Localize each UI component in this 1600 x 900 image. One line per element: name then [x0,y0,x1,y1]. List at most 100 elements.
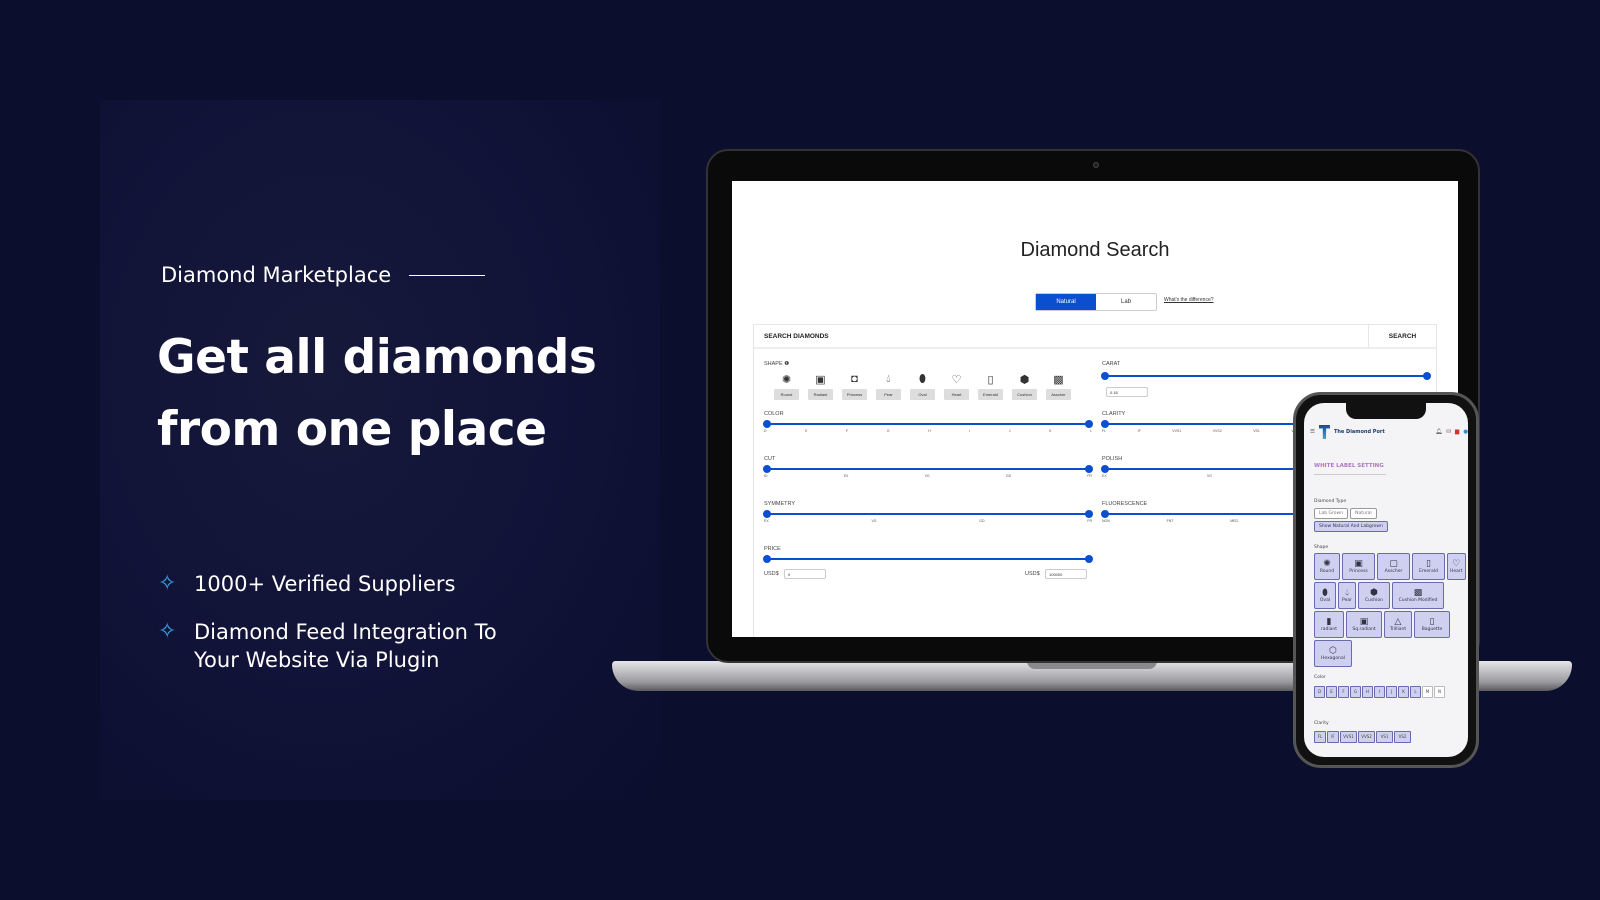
tab-natural[interactable]: Natural [1036,294,1096,310]
symmetry-ticks: EX VG GD FR [764,519,1092,523]
price-min-input[interactable]: 0 [784,569,826,579]
color-g[interactable]: G [1350,686,1361,698]
trilliant-icon: △ [1394,617,1402,627]
emerald-icon: ▯ [987,374,994,386]
color-tick: I [969,429,971,433]
color-tick: L [1089,429,1092,433]
shape-cushion[interactable]: ⬢ Cushion [1012,373,1037,400]
polish-tick: VG [1206,474,1212,478]
shape-sq-radiant[interactable]: ▣ Sq.radiant [1346,611,1382,638]
symmetry-slider[interactable] [763,510,1093,518]
slider-handle[interactable] [763,555,771,563]
menu-icon[interactable]: ☰ [1310,429,1315,435]
shape-round[interactable]: ✺ Round [774,373,799,400]
shape-label: SHAPE ❶ [764,361,789,367]
shape-round[interactable]: ✺ Round [1314,553,1340,580]
slider-handle[interactable] [1101,372,1109,380]
info-icon: ❶ [784,361,790,367]
shape-princess[interactable]: ◘ Princess [842,373,867,400]
color-i[interactable]: I [1374,686,1385,698]
clarity-if[interactable]: IF [1327,731,1339,743]
oval-icon: ⬮ [919,373,926,385]
slider-handle[interactable] [763,420,771,428]
natural-button[interactable]: Natural [1350,508,1377,519]
shape-asscher[interactable]: ▢ Asscher [1377,553,1410,580]
shape-label: Shape [1314,545,1329,550]
slider-handle[interactable] [1085,510,1093,518]
shape-label: Sq.radiant [1352,627,1376,632]
color-e[interactable]: E [1326,686,1337,698]
cushion-modified-icon: ▩ [1413,588,1423,598]
avatar[interactable]: ● [1463,429,1468,435]
difference-link[interactable]: What's the difference? [1164,297,1214,303]
princess-icon: ◘ [851,373,858,385]
price-slider[interactable] [763,555,1093,563]
phone-clarity-options: FL IF VVS1 VVS2 VS1 VS2 [1314,731,1468,743]
shape-trilliant[interactable]: △ Trilliant [1384,611,1412,638]
shape-cushion[interactable]: ⬢ Cushion [1358,582,1390,609]
slider-handle[interactable] [1085,420,1093,428]
shape-pear[interactable]: 💧︎ Pear [876,373,901,400]
lab-grown-button[interactable]: Lab Grown [1314,508,1349,519]
color-l[interactable]: L [1410,686,1421,698]
shape-oval[interactable]: ⬮ Oval [910,373,935,400]
slider-handle[interactable] [1085,555,1093,563]
diamond-type-toggle[interactable]: Natural Lab [1035,293,1157,311]
shape-label: Round [1319,569,1335,574]
slider-handle[interactable] [1085,465,1093,473]
slider-handle[interactable] [763,465,771,473]
tab-lab[interactable]: Lab [1096,294,1156,310]
shape-emerald[interactable]: ▯ Emerald [978,373,1003,400]
color-n[interactable]: N [1434,686,1445,698]
shape-oval[interactable]: ⬮ Oval [1314,582,1336,609]
color-d[interactable]: D [1314,686,1325,698]
asscher-icon: ▢ [1389,559,1398,569]
carat-min-input[interactable]: 0.18 [1106,387,1148,397]
shape-emerald[interactable]: ▯ Emerald [1412,553,1445,580]
color-slider[interactable] [763,420,1093,428]
flag-icon[interactable]: ▆ [1455,429,1459,435]
color-k[interactable]: K [1398,686,1409,698]
shape-label: Baguette [1421,627,1443,632]
round-icon: ✺ [781,374,792,386]
shape-heart[interactable]: ♡ Heart [944,373,969,400]
shape-radiant[interactable]: ▮ radiant [1314,611,1344,638]
clarity-vvs2[interactable]: VVS2 [1358,731,1375,743]
color-f[interactable]: F [1338,686,1349,698]
clarity-fl[interactable]: FL [1314,731,1326,743]
sparkle-icon: ✧ [158,571,177,596]
clarity-vs1[interactable]: VS1 [1376,731,1393,743]
slider-handle[interactable] [1101,465,1109,473]
slider-handle[interactable] [1101,510,1109,518]
clarity-tick: FL [1102,429,1107,433]
slider-handle[interactable] [1423,372,1431,380]
symmetry-tick: GD [979,519,985,523]
carat-slider[interactable] [1101,372,1431,380]
shape-cushion-modified[interactable]: ▩ Cushion Modified [1392,582,1444,609]
shape-radiant[interactable]: ▣ Radiant [808,373,833,400]
slider-handle[interactable] [763,510,771,518]
search-button[interactable]: SEARCH [1368,325,1436,347]
clarity-vvs1[interactable]: VVS1 [1340,731,1357,743]
slider-handle[interactable] [1101,420,1109,428]
shape-baguette[interactable]: ▯ Baguette [1414,611,1450,638]
show-both-button[interactable]: Show Natural And Labgrown [1314,521,1388,532]
carat-label: CARAT [1102,361,1121,367]
shape-heart[interactable]: ♡ Heart [1447,553,1466,580]
shape-princess[interactable]: ▣ Princess [1342,553,1375,580]
clarity-vs2[interactable]: VS2 [1394,731,1411,743]
clarity-tick: VVS2 [1212,429,1222,433]
color-m[interactable]: M [1422,686,1433,698]
color-j[interactable]: J [1386,686,1397,698]
bell-icon[interactable]: 🔔︎ [1435,429,1442,435]
color-h[interactable]: H [1362,686,1373,698]
shape-asscher[interactable]: ▩ Asscher [1046,373,1071,400]
shape-pear[interactable]: 💧︎ Pear [1338,582,1356,609]
cut-slider[interactable] [763,465,1093,473]
shape-hexagonal[interactable]: ⬡ Hexagonal [1314,640,1352,667]
cart-icon[interactable]: ⛁ [1446,429,1451,435]
phone-screen: ☰ The Diamond Port 🔔︎ ⛁ ▆ ● WHITE LABEL … [1304,403,1468,757]
price-max-input[interactable]: 100000 [1045,569,1087,579]
feature-line: Diamond Feed Integration To [194,620,497,644]
fluorescence-label: FLUORESCENCE [1102,501,1148,507]
